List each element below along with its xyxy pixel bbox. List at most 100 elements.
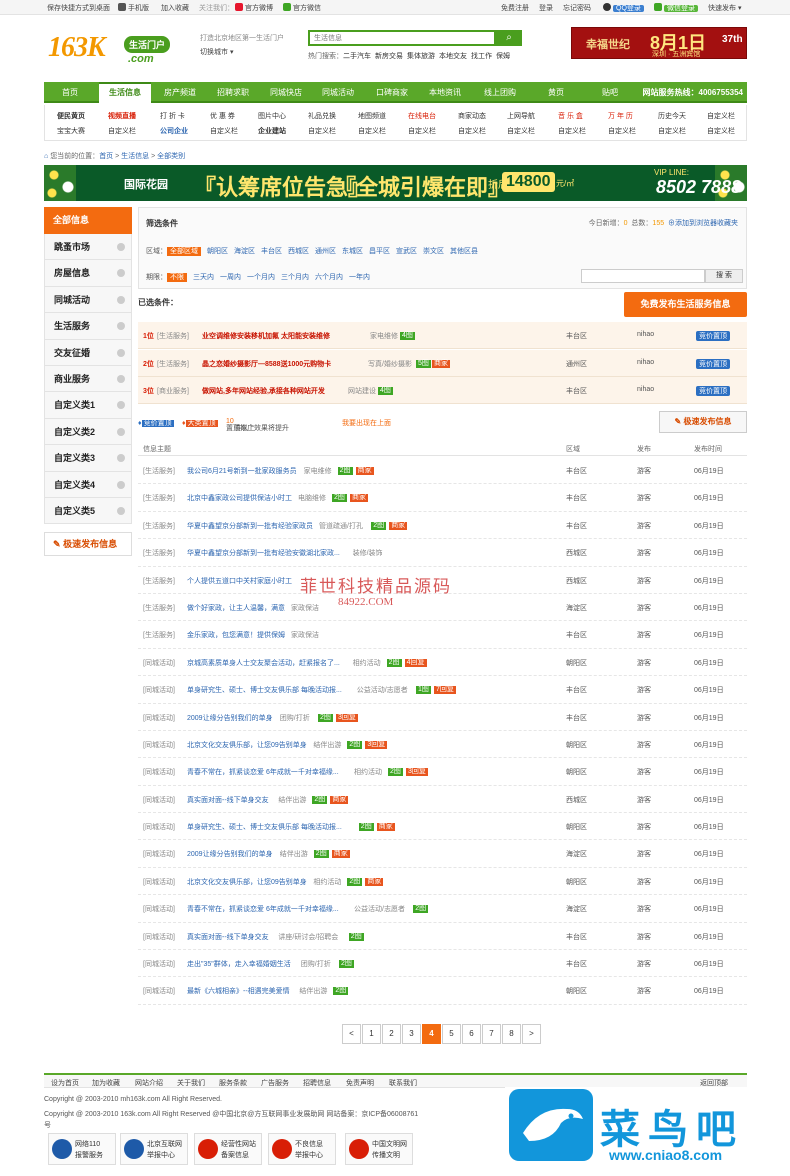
wechat-link[interactable]: 官方微信 xyxy=(283,3,321,13)
area-option[interactable]: 海淀区 xyxy=(234,248,255,255)
footer-badge[interactable]: 不良信息 举报中心 xyxy=(268,1133,336,1165)
sidebar-item[interactable]: 自定义类2 xyxy=(44,418,132,446)
footer-link[interactable]: 网站介绍 xyxy=(135,1078,163,1088)
period-option[interactable]: 一周内 xyxy=(220,274,241,281)
nav-item[interactable]: 首页 xyxy=(44,82,96,103)
hot-search-link[interactable]: 找工作 xyxy=(471,53,492,60)
row-title[interactable]: 我公司6月21号新到一批家政服务员 xyxy=(187,466,297,476)
nav-item[interactable]: 本地资讯 xyxy=(419,82,471,103)
pager-page[interactable]: 2 xyxy=(382,1024,401,1044)
row-title[interactable]: 北京中鑫家政公司提供保洁小时工 xyxy=(187,493,292,503)
area-option[interactable]: 朝阳区 xyxy=(207,248,228,255)
row-title[interactable]: 最新《六城相亲》--相遇完美爱情 xyxy=(187,986,290,996)
search-button[interactable]: ⌕ xyxy=(496,30,522,46)
subnav-link[interactable]: 宝宝大赛 xyxy=(57,126,85,136)
row-title[interactable]: 真实面对面--线下单身交友 xyxy=(187,795,269,805)
area-option[interactable]: 昌平区 xyxy=(369,248,390,255)
register-link[interactable]: 免费注册 xyxy=(501,3,529,13)
add-favorites-link[interactable]: ⊕添加到浏览器收藏夹 xyxy=(668,220,738,227)
period-option[interactable]: 一个月内 xyxy=(247,274,275,281)
top-title[interactable]: 晶之恋婚纱摄影厅—8588送1000元购物卡 xyxy=(202,359,331,369)
hot-search-link[interactable]: 集体旅游 xyxy=(407,53,435,60)
login-link[interactable]: 登录 xyxy=(539,3,553,13)
site-logo[interactable]: 163K 生活门户 .com xyxy=(48,28,178,68)
subnav-link[interactable]: 便民黄页 xyxy=(57,111,85,121)
subnav-link[interactable]: 自定义栏 xyxy=(458,126,486,136)
subnav-link[interactable]: 自定义栏 xyxy=(558,126,586,136)
subnav-link[interactable]: 音 乐 盒 xyxy=(558,111,583,121)
sidebar-item[interactable]: 自定义类5 xyxy=(44,497,132,525)
free-post-button[interactable]: 免费发布生活服务信息 xyxy=(624,292,747,317)
footer-link[interactable]: 广告服务 xyxy=(261,1078,289,1088)
top-title[interactable]: 业空调维修安装移机加氟 太阳能安装维修 xyxy=(202,331,330,341)
footer-link[interactable]: 设为首页 xyxy=(51,1078,79,1088)
area-option[interactable]: 通州区 xyxy=(315,248,336,255)
footer-link[interactable]: 招聘信息 xyxy=(303,1078,331,1088)
sidebar-item[interactable]: 自定义类4 xyxy=(44,471,132,498)
subnav-link[interactable]: 公司企业 xyxy=(160,126,188,136)
row-title[interactable]: 2009让缘分告别我们的单身 xyxy=(187,713,273,723)
sidebar-item[interactable]: 交友征婚 xyxy=(44,339,132,366)
sidebar-head[interactable]: 全部信息 xyxy=(44,207,132,234)
row-title[interactable]: 青春不常在，抓紧谈恋爱 6年成就一千对幸福缘... xyxy=(187,767,339,777)
subnav-link[interactable]: 视频直播 xyxy=(108,111,136,121)
subnav-link[interactable]: 万 年 历 xyxy=(608,111,633,121)
footer-badge[interactable]: 网络110 报警服务 xyxy=(48,1133,116,1165)
nav-item[interactable]: 贴吧 xyxy=(584,82,636,103)
subnav-link[interactable]: 自定义栏 xyxy=(707,126,735,136)
subnav-link[interactable]: 自定义栏 xyxy=(108,126,136,136)
footer-link[interactable]: 关于我们 xyxy=(177,1078,205,1088)
sidebar-item[interactable]: 跳蚤市场 xyxy=(44,234,132,261)
pager-page[interactable]: 4 xyxy=(422,1024,441,1044)
footer-badge[interactable]: 北京互联网 举报中心 xyxy=(120,1133,188,1165)
footer-link[interactable]: 服务条款 xyxy=(219,1078,247,1088)
nav-item[interactable]: 招聘求职 xyxy=(207,82,259,103)
subnav-link[interactable]: 自定义栏 xyxy=(658,126,686,136)
row-title[interactable]: 做个好家政，让主人温馨，满意 xyxy=(187,603,285,613)
pager-page[interactable]: 7 xyxy=(482,1024,501,1044)
sidebar-item[interactable]: 生活服务 xyxy=(44,313,132,340)
area-option[interactable]: 其他区县 xyxy=(450,248,478,255)
subnav-link[interactable]: 自定义栏 xyxy=(308,126,336,136)
subnav-link[interactable]: 自定义栏 xyxy=(210,126,238,136)
pager-page[interactable]: 8 xyxy=(502,1024,521,1044)
row-title[interactable]: 北京文化交友俱乐部，让您09告别单身 xyxy=(187,740,307,750)
top-title[interactable]: 做网站,多年网站经验,承接各种网站开发 xyxy=(202,386,325,396)
nav-item[interactable]: 线上团购 xyxy=(474,82,526,103)
row-title[interactable]: 京城高素质单身人士交友聚会活动，赶紧报名了... xyxy=(187,658,340,668)
subnav-link[interactable]: 企业建站 xyxy=(258,126,286,136)
row-title[interactable]: 青春不常在，抓紧谈恋爱 6年成就一千对幸福缘... xyxy=(187,904,339,914)
city-switch[interactable]: 切换城市 ▾ xyxy=(200,47,233,57)
period-option[interactable]: 一年内 xyxy=(349,274,370,281)
pager-prev[interactable]: < xyxy=(342,1024,361,1044)
row-title[interactable]: 单身研究生、硕士、博士交友俱乐部 每晚活动报... xyxy=(187,685,342,695)
wechat-login-button[interactable]: 微信登录 xyxy=(654,3,698,13)
hot-search-link[interactable]: 本地交友 xyxy=(439,53,467,60)
subnav-link[interactable]: 地图频道 xyxy=(358,111,386,121)
bid-button[interactable]: 竞价置顶 xyxy=(696,386,730,396)
sidebar-item[interactable]: 商业服务 xyxy=(44,365,132,393)
subnav-link[interactable]: 历史今天 xyxy=(658,111,686,121)
subnav-link[interactable]: 自定义栏 xyxy=(608,126,636,136)
subnav-link[interactable]: 优 惠 券 xyxy=(210,111,235,121)
pager-page[interactable]: 1 xyxy=(362,1024,381,1044)
subnav-link[interactable]: 自定义栏 xyxy=(408,126,436,136)
row-title[interactable]: 北京文化交友俱乐部，让您09告别单身 xyxy=(187,877,307,887)
nav-item[interactable]: 黄页 xyxy=(530,82,582,103)
row-title[interactable]: 单身研究生、硕士、博士交友俱乐部 每晚活动报... xyxy=(187,822,342,832)
sidebar-item[interactable]: 自定义类1 xyxy=(44,392,132,419)
qq-login-button[interactable]: QQ登录 xyxy=(603,3,644,13)
pager-page[interactable]: 3 xyxy=(402,1024,421,1044)
nav-item[interactable]: 同城活动 xyxy=(312,82,364,103)
period-option[interactable]: 三个月内 xyxy=(281,274,309,281)
breadcrumb-home[interactable]: 首页 xyxy=(99,153,113,160)
pager-next[interactable]: > xyxy=(522,1024,541,1044)
area-option[interactable]: 东城区 xyxy=(342,248,363,255)
footer-link[interactable]: 加为收藏 xyxy=(92,1078,120,1088)
subnav-link[interactable]: 自定义栏 xyxy=(707,111,735,121)
header-ad-banner[interactable]: 幸福世纪 8月1日 37th 深圳 · 五洲宾馆 xyxy=(571,27,747,59)
bid-button[interactable]: 竞价置顶 xyxy=(696,331,730,341)
subnav-link[interactable]: 打 折 卡 xyxy=(160,111,185,121)
filter-search-button[interactable]: 搜 索 xyxy=(705,269,743,283)
save-shortcut-link[interactable]: 保存快捷方式到桌面 xyxy=(47,3,110,13)
